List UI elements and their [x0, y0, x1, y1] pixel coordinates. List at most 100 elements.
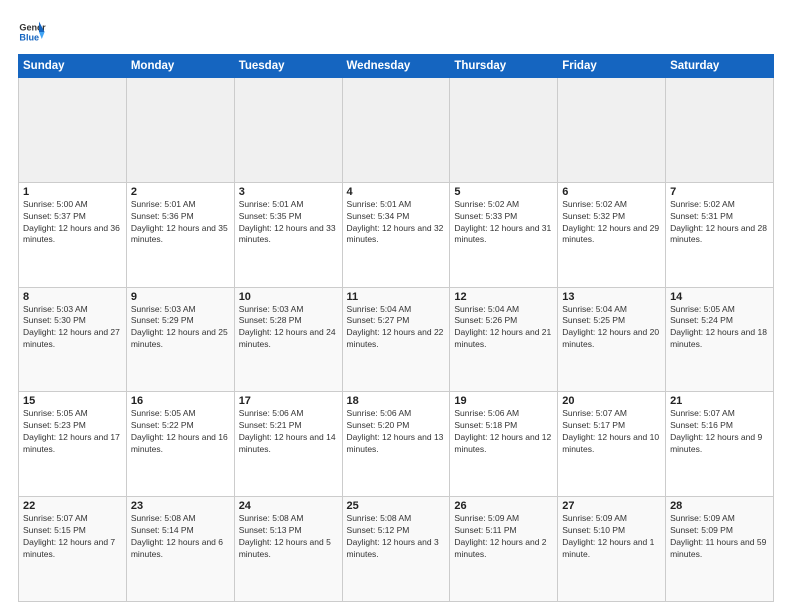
day-number: 26 [454, 500, 553, 512]
table-row: 7Sunrise: 5:02 AMSunset: 5:31 PMDaylight… [666, 182, 774, 287]
day-info: Sunrise: 5:03 AMSunset: 5:29 PMDaylight:… [131, 304, 230, 352]
day-number: 13 [562, 291, 661, 303]
day-number: 18 [347, 395, 446, 407]
table-row: 13Sunrise: 5:04 AMSunset: 5:25 PMDayligh… [558, 287, 666, 392]
day-info: Sunrise: 5:06 AMSunset: 5:18 PMDaylight:… [454, 408, 553, 456]
table-row: 6Sunrise: 5:02 AMSunset: 5:32 PMDaylight… [558, 182, 666, 287]
table-row [450, 78, 558, 183]
table-row: 11Sunrise: 5:04 AMSunset: 5:27 PMDayligh… [342, 287, 450, 392]
col-wednesday: Wednesday [342, 55, 450, 78]
table-row: 18Sunrise: 5:06 AMSunset: 5:20 PMDayligh… [342, 392, 450, 497]
day-info: Sunrise: 5:04 AMSunset: 5:26 PMDaylight:… [454, 304, 553, 352]
day-info: Sunrise: 5:07 AMSunset: 5:16 PMDaylight:… [670, 408, 769, 456]
day-number: 6 [562, 186, 661, 198]
day-info: Sunrise: 5:02 AMSunset: 5:32 PMDaylight:… [562, 199, 661, 247]
day-number: 7 [670, 186, 769, 198]
table-row [342, 78, 450, 183]
day-number: 24 [239, 500, 338, 512]
day-info: Sunrise: 5:05 AMSunset: 5:22 PMDaylight:… [131, 408, 230, 456]
table-row: 5Sunrise: 5:02 AMSunset: 5:33 PMDaylight… [450, 182, 558, 287]
page: General Blue Sunday Monday Tuesday Wedne… [0, 0, 792, 612]
table-row: 17Sunrise: 5:06 AMSunset: 5:21 PMDayligh… [234, 392, 342, 497]
day-info: Sunrise: 5:01 AMSunset: 5:34 PMDaylight:… [347, 199, 446, 247]
day-info: Sunrise: 5:09 AMSunset: 5:10 PMDaylight:… [562, 513, 661, 561]
day-info: Sunrise: 5:07 AMSunset: 5:15 PMDaylight:… [23, 513, 122, 561]
table-row [126, 78, 234, 183]
day-number: 21 [670, 395, 769, 407]
day-number: 17 [239, 395, 338, 407]
day-number: 1 [23, 186, 122, 198]
table-row: 12Sunrise: 5:04 AMSunset: 5:26 PMDayligh… [450, 287, 558, 392]
table-row: 2Sunrise: 5:01 AMSunset: 5:36 PMDaylight… [126, 182, 234, 287]
day-number: 22 [23, 500, 122, 512]
day-number: 27 [562, 500, 661, 512]
day-info: Sunrise: 5:03 AMSunset: 5:30 PMDaylight:… [23, 304, 122, 352]
day-number: 4 [347, 186, 446, 198]
calendar-week-1 [19, 78, 774, 183]
day-info: Sunrise: 5:01 AMSunset: 5:36 PMDaylight:… [131, 199, 230, 247]
day-info: Sunrise: 5:01 AMSunset: 5:35 PMDaylight:… [239, 199, 338, 247]
day-number: 2 [131, 186, 230, 198]
day-info: Sunrise: 5:03 AMSunset: 5:28 PMDaylight:… [239, 304, 338, 352]
calendar-week-4: 15Sunrise: 5:05 AMSunset: 5:23 PMDayligh… [19, 392, 774, 497]
day-info: Sunrise: 5:09 AMSunset: 5:09 PMDaylight:… [670, 513, 769, 561]
calendar-week-3: 8Sunrise: 5:03 AMSunset: 5:30 PMDaylight… [19, 287, 774, 392]
day-info: Sunrise: 5:08 AMSunset: 5:14 PMDaylight:… [131, 513, 230, 561]
table-row: 9Sunrise: 5:03 AMSunset: 5:29 PMDaylight… [126, 287, 234, 392]
table-row: 25Sunrise: 5:08 AMSunset: 5:12 PMDayligh… [342, 497, 450, 602]
col-tuesday: Tuesday [234, 55, 342, 78]
day-info: Sunrise: 5:00 AMSunset: 5:37 PMDaylight:… [23, 199, 122, 247]
day-number: 23 [131, 500, 230, 512]
table-row: 19Sunrise: 5:06 AMSunset: 5:18 PMDayligh… [450, 392, 558, 497]
day-header-row: Sunday Monday Tuesday Wednesday Thursday… [19, 55, 774, 78]
day-info: Sunrise: 5:02 AMSunset: 5:31 PMDaylight:… [670, 199, 769, 247]
day-info: Sunrise: 5:02 AMSunset: 5:33 PMDaylight:… [454, 199, 553, 247]
day-number: 14 [670, 291, 769, 303]
day-number: 5 [454, 186, 553, 198]
day-number: 12 [454, 291, 553, 303]
day-number: 8 [23, 291, 122, 303]
table-row [19, 78, 127, 183]
table-row: 26Sunrise: 5:09 AMSunset: 5:11 PMDayligh… [450, 497, 558, 602]
table-row: 10Sunrise: 5:03 AMSunset: 5:28 PMDayligh… [234, 287, 342, 392]
table-row: 21Sunrise: 5:07 AMSunset: 5:16 PMDayligh… [666, 392, 774, 497]
day-number: 20 [562, 395, 661, 407]
day-number: 9 [131, 291, 230, 303]
logo-icon: General Blue [18, 18, 46, 46]
table-row: 8Sunrise: 5:03 AMSunset: 5:30 PMDaylight… [19, 287, 127, 392]
day-info: Sunrise: 5:09 AMSunset: 5:11 PMDaylight:… [454, 513, 553, 561]
table-row [234, 78, 342, 183]
table-row: 27Sunrise: 5:09 AMSunset: 5:10 PMDayligh… [558, 497, 666, 602]
table-row: 4Sunrise: 5:01 AMSunset: 5:34 PMDaylight… [342, 182, 450, 287]
table-row: 16Sunrise: 5:05 AMSunset: 5:22 PMDayligh… [126, 392, 234, 497]
day-info: Sunrise: 5:06 AMSunset: 5:21 PMDaylight:… [239, 408, 338, 456]
day-number: 15 [23, 395, 122, 407]
day-info: Sunrise: 5:05 AMSunset: 5:23 PMDaylight:… [23, 408, 122, 456]
day-number: 3 [239, 186, 338, 198]
day-number: 11 [347, 291, 446, 303]
table-row [558, 78, 666, 183]
day-number: 19 [454, 395, 553, 407]
table-row: 14Sunrise: 5:05 AMSunset: 5:24 PMDayligh… [666, 287, 774, 392]
col-saturday: Saturday [666, 55, 774, 78]
table-row: 24Sunrise: 5:08 AMSunset: 5:13 PMDayligh… [234, 497, 342, 602]
day-info: Sunrise: 5:04 AMSunset: 5:27 PMDaylight:… [347, 304, 446, 352]
calendar-week-2: 1Sunrise: 5:00 AMSunset: 5:37 PMDaylight… [19, 182, 774, 287]
table-row: 1Sunrise: 5:00 AMSunset: 5:37 PMDaylight… [19, 182, 127, 287]
table-row [666, 78, 774, 183]
day-number: 16 [131, 395, 230, 407]
day-number: 28 [670, 500, 769, 512]
day-number: 25 [347, 500, 446, 512]
table-row: 22Sunrise: 5:07 AMSunset: 5:15 PMDayligh… [19, 497, 127, 602]
day-info: Sunrise: 5:06 AMSunset: 5:20 PMDaylight:… [347, 408, 446, 456]
col-friday: Friday [558, 55, 666, 78]
day-info: Sunrise: 5:08 AMSunset: 5:12 PMDaylight:… [347, 513, 446, 561]
table-row: 23Sunrise: 5:08 AMSunset: 5:14 PMDayligh… [126, 497, 234, 602]
day-number: 10 [239, 291, 338, 303]
svg-text:Blue: Blue [19, 32, 39, 42]
col-sunday: Sunday [19, 55, 127, 78]
day-info: Sunrise: 5:04 AMSunset: 5:25 PMDaylight:… [562, 304, 661, 352]
calendar-week-5: 22Sunrise: 5:07 AMSunset: 5:15 PMDayligh… [19, 497, 774, 602]
col-thursday: Thursday [450, 55, 558, 78]
logo: General Blue [18, 18, 46, 46]
